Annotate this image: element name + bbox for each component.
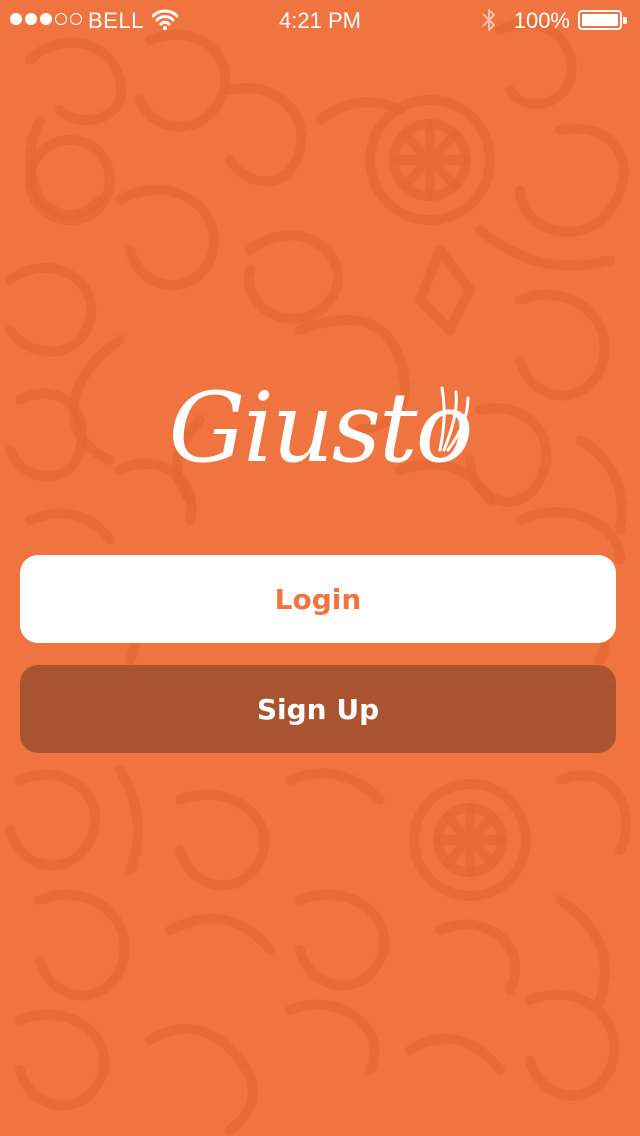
login-button-label: Login <box>274 582 362 616</box>
app-logo: Giusto <box>0 368 640 488</box>
login-button[interactable]: Login <box>20 555 616 643</box>
battery-icon <box>578 10 627 30</box>
battery-percent: 100% <box>513 8 570 33</box>
sprout-leaves-icon <box>438 386 470 452</box>
logo-text: Giusto <box>168 372 474 484</box>
status-bar: BELL 4:21 PM 100% <box>0 0 640 40</box>
sign-up-button-label: Sign Up <box>256 692 380 726</box>
bluetooth-icon <box>480 7 498 39</box>
sign-up-button[interactable]: Sign Up <box>20 665 616 753</box>
